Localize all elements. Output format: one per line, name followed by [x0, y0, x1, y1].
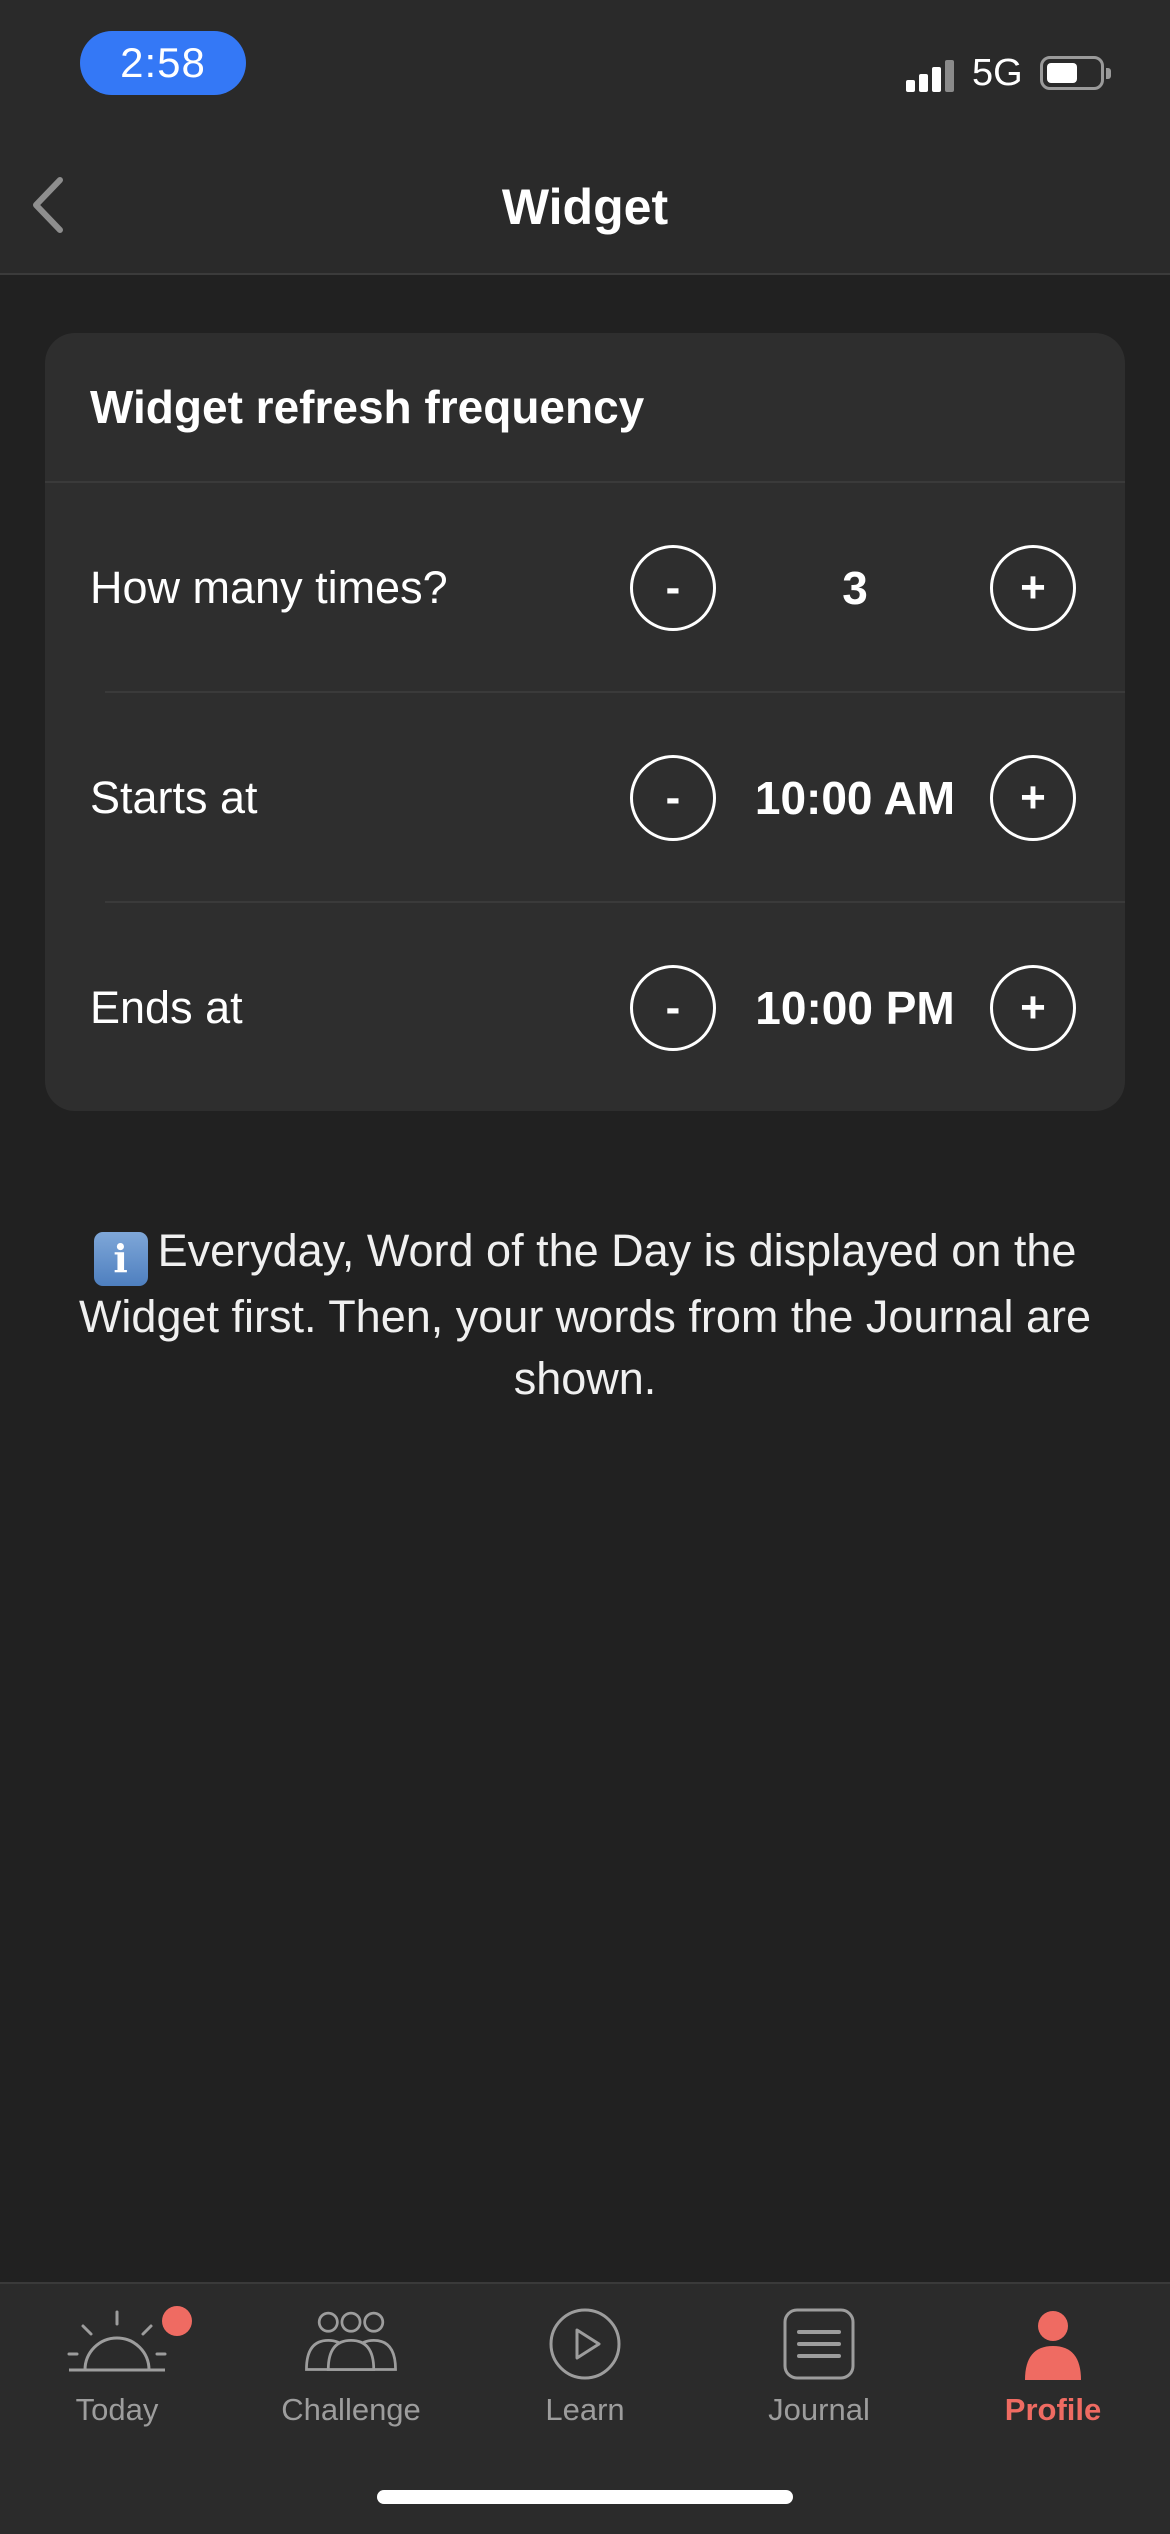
increase-start-button[interactable]: +	[990, 755, 1076, 841]
decrease-end-button[interactable]: -	[630, 965, 716, 1051]
decrease-start-button[interactable]: -	[630, 755, 716, 841]
starts-at-label: Starts at	[90, 772, 258, 823]
info-text: Everyday, Word of the Day is displayed o…	[78, 1225, 1092, 1404]
group-icon	[305, 2311, 397, 2371]
times-label: How many times?	[90, 562, 448, 613]
times-row: How many times? - 3 +	[45, 483, 1125, 693]
tab-learn[interactable]: Learn	[468, 2284, 702, 2454]
notification-badge	[162, 2306, 192, 2336]
refresh-frequency-card: Widget refresh frequency How many times?…	[45, 333, 1125, 1111]
tab-profile[interactable]: Profile	[936, 2284, 1170, 2454]
status-bar: 2:58 5G	[0, 0, 1170, 140]
sunrise-icon	[67, 2310, 167, 2372]
home-indicator[interactable]	[377, 2490, 793, 2504]
card-title: Widget refresh frequency	[45, 333, 1125, 483]
start-time-value: 10:00 AM	[754, 772, 956, 824]
battery-icon	[1040, 56, 1111, 90]
increase-end-button[interactable]: +	[990, 965, 1076, 1051]
tab-label-profile: Profile	[1004, 2392, 1102, 2427]
ends-at-label: Ends at	[90, 982, 243, 1033]
starts-at-row: Starts at - 10:00 AM +	[45, 693, 1125, 903]
increase-times-button[interactable]: +	[990, 545, 1076, 631]
info-icon: i	[93, 1232, 148, 1286]
tab-label-today: Today	[75, 2392, 159, 2427]
tab-journal[interactable]: Journal	[702, 2284, 936, 2454]
tab-today[interactable]: Today	[0, 2284, 234, 2454]
tab-label-learn: Learn	[545, 2392, 625, 2427]
end-time-value: 10:00 PM	[755, 982, 955, 1034]
person-icon	[1025, 2311, 1081, 2380]
info-note: i Everyday, Word of the Day is displayed …	[55, 1220, 1115, 1410]
tab-label-journal: Journal	[768, 2392, 870, 2427]
cellular-signal-icon	[906, 58, 956, 92]
ends-at-row: Ends at - 10:00 PM +	[45, 903, 1125, 1111]
tab-label-challenge: Challenge	[281, 2392, 421, 2427]
status-time: 2:58	[80, 31, 246, 95]
page-title: Widget	[501, 179, 669, 235]
times-value: 3	[842, 562, 868, 614]
decrease-times-button[interactable]: -	[630, 545, 716, 631]
journal-icon	[783, 2308, 855, 2380]
play-circle-icon	[549, 2308, 621, 2380]
network-type: 5G	[972, 52, 1023, 94]
tab-challenge[interactable]: Challenge	[234, 2284, 468, 2454]
navigation-bar: Widget	[0, 140, 1170, 275]
